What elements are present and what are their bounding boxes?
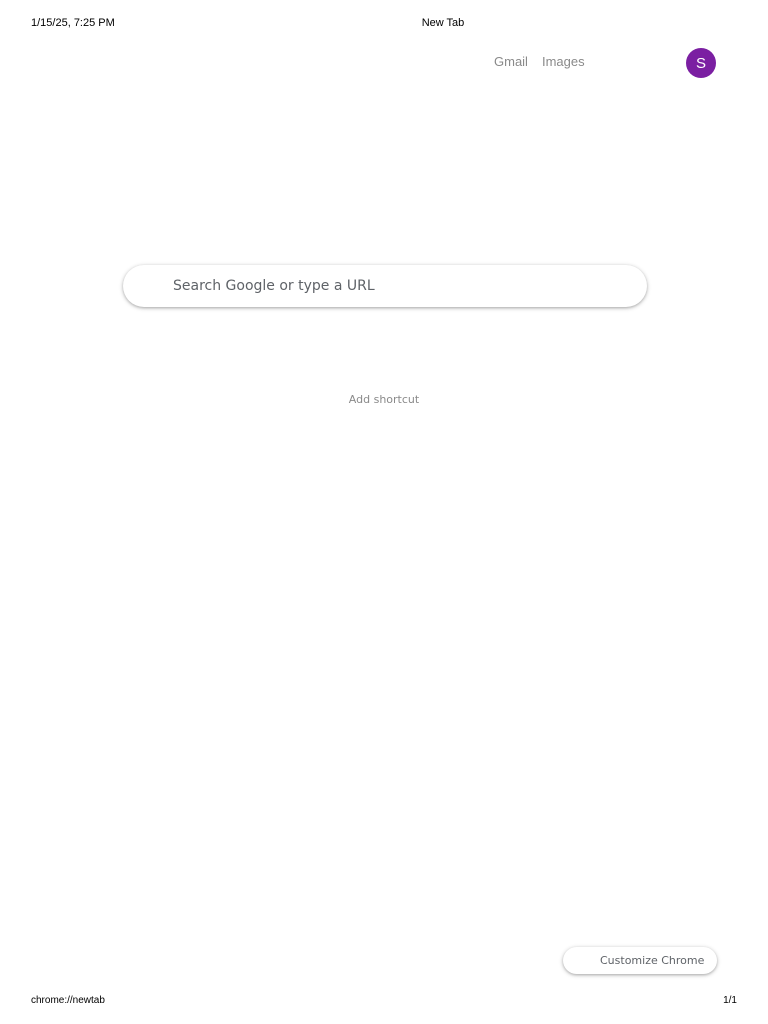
customize-chrome-label: Customize Chrome — [600, 954, 705, 967]
print-page-number: 1/1 — [723, 995, 737, 1006]
images-link[interactable]: Images — [542, 54, 585, 69]
customize-chrome-button[interactable]: Customize Chrome — [563, 947, 717, 974]
print-page-title: New Tab — [421, 17, 465, 29]
shortcuts-area: Add shortcut — [0, 393, 768, 406]
avatar-letter: S — [695, 54, 706, 72]
add-shortcut-button[interactable]: Add shortcut — [349, 393, 419, 406]
search-input[interactable] — [171, 277, 595, 295]
print-url: chrome://newtab — [31, 995, 105, 1006]
top-nav: Gmail Images — [494, 54, 585, 69]
search-box[interactable] — [123, 265, 647, 307]
avatar[interactable]: S — [686, 48, 716, 78]
gmail-link[interactable]: Gmail — [494, 54, 528, 69]
